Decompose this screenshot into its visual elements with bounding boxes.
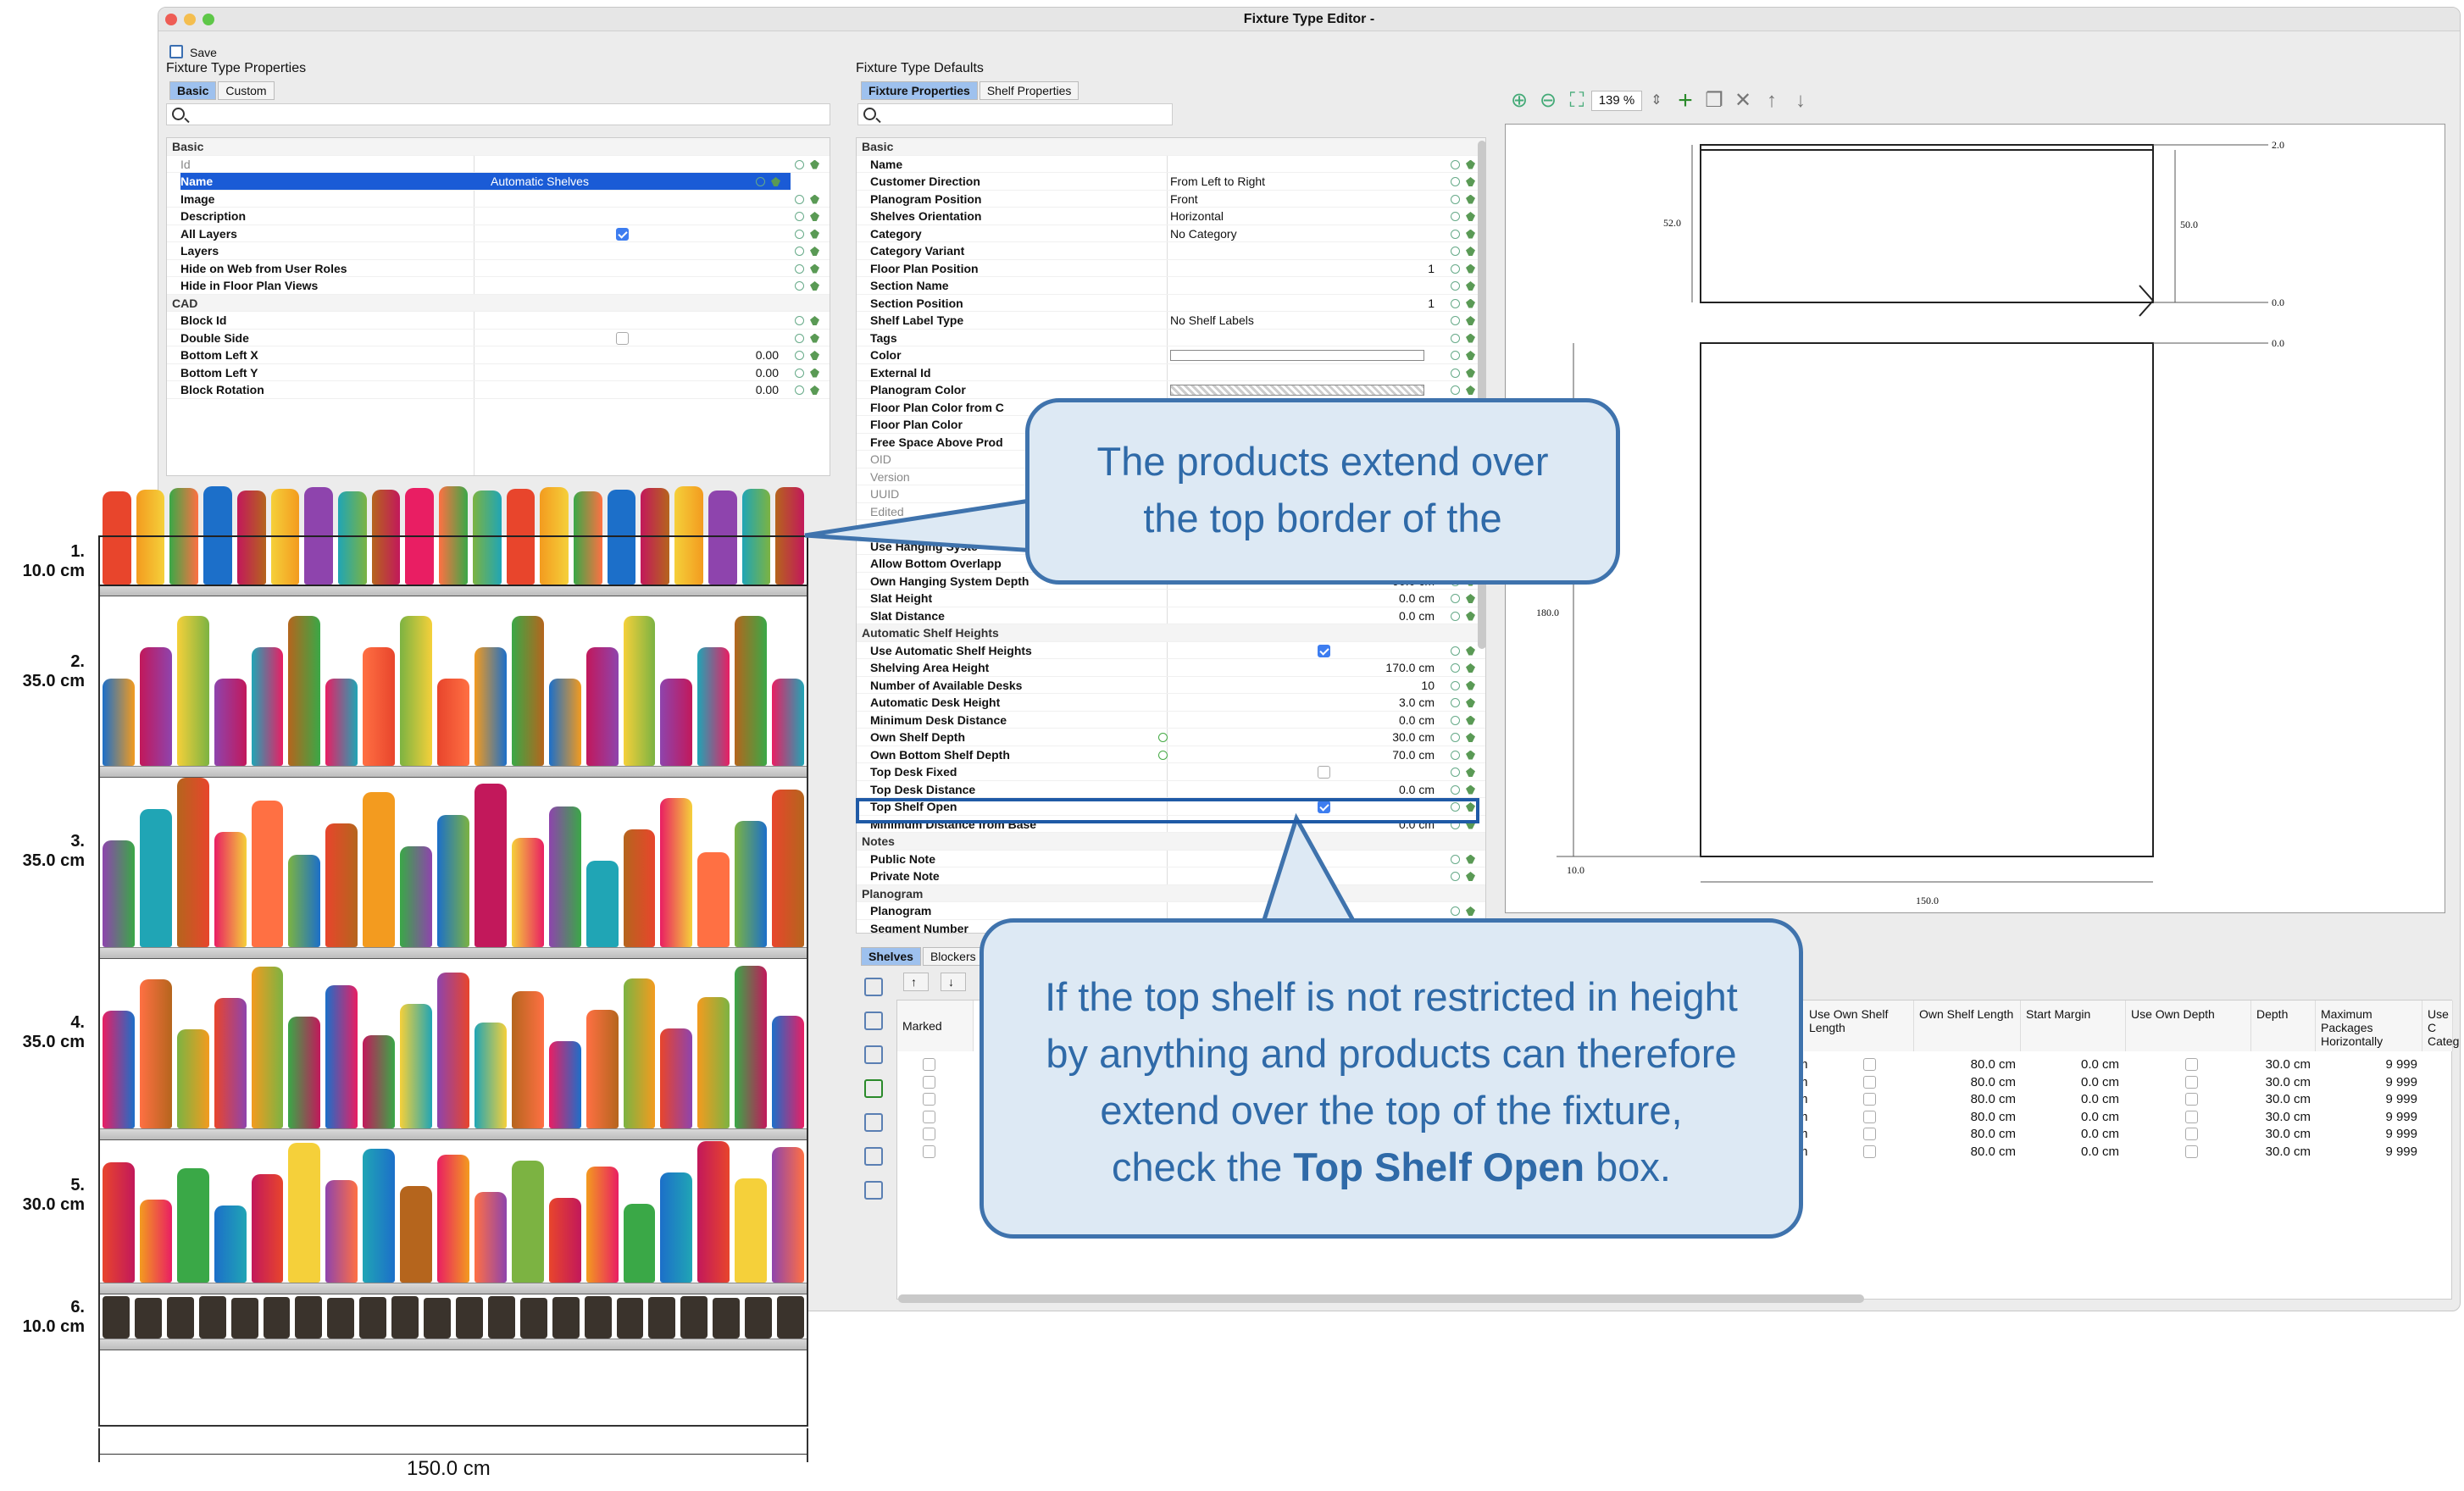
bottom-callout-post: box. <box>1584 1145 1671 1189</box>
callout-pointers <box>804 497 1479 928</box>
bottom-callout-pointer <box>1259 812 1360 928</box>
bottom-callout: If the top shelf is not restricted in he… <box>979 918 1803 1239</box>
top-shelf-open-highlight <box>856 798 1479 823</box>
top-callout-line-1: The products extend over <box>1096 439 1549 484</box>
bottom-callout-line-3: extend over the top of the fixture, <box>1100 1088 1683 1133</box>
top-callout-line-2: the top border of the <box>1143 496 1502 540</box>
top-callout-pointer <box>804 497 1038 553</box>
bottom-callout-pre: check the <box>1112 1145 1294 1189</box>
bottom-callout-bold: Top Shelf Open <box>1293 1145 1585 1189</box>
top-callout: The products extend over the top border … <box>1025 398 1620 585</box>
bottom-callout-line-4: check the Top Shelf Open box. <box>984 1139 1799 1195</box>
bottom-callout-line-1: If the top shelf is not restricted in he… <box>1045 974 1738 1019</box>
bottom-callout-line-2: by anything and products can therefore <box>1046 1031 1737 1076</box>
